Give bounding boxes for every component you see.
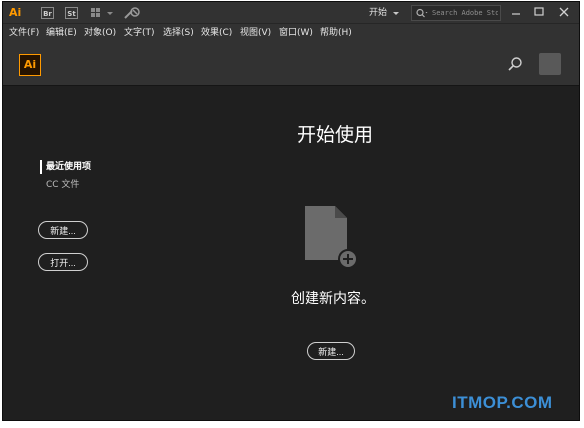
- menu-help[interactable]: 帮助(H): [320, 24, 352, 42]
- search-icon[interactable]: [507, 56, 523, 72]
- start-header: Ai: [3, 42, 579, 86]
- minimize-icon[interactable]: [505, 3, 527, 21]
- app-window: Ai Br St 开始 Search Adobe Stock 文件(F) 编辑(…: [2, 1, 580, 421]
- maximize-icon[interactable]: [528, 3, 550, 21]
- close-icon[interactable]: [553, 3, 575, 21]
- page-title: 开始使用: [296, 124, 373, 146]
- avatar[interactable]: [539, 53, 561, 75]
- bridge-button[interactable]: Br: [41, 7, 54, 19]
- chevron-down-icon[interactable]: [393, 12, 399, 15]
- menu-edit[interactable]: 编辑(E): [46, 24, 77, 42]
- stock-button[interactable]: St: [65, 7, 78, 19]
- menu-effect[interactable]: 效果(C): [201, 24, 232, 42]
- menu-object[interactable]: 对象(O): [84, 24, 116, 42]
- menu-bar: 文件(F) 编辑(E) 对象(O) 文字(T) 选择(S) 效果(C) 视图(V…: [3, 24, 579, 42]
- new-button-main[interactable]: 新建...: [307, 342, 355, 360]
- create-new-text: 创建新内容。: [291, 291, 375, 307]
- ai-logo: Ai: [19, 54, 41, 76]
- title-bar: Ai Br St 开始: [3, 2, 579, 24]
- sidebar-item-cc-files[interactable]: CC 文件: [46, 178, 79, 192]
- stock-search-field[interactable]: [411, 5, 501, 21]
- open-button[interactable]: 打开...: [38, 253, 88, 271]
- search-icon: [416, 8, 428, 18]
- watermark: ITMOP.COM: [452, 393, 553, 412]
- menu-type[interactable]: 文字(T): [124, 24, 155, 42]
- menu-select[interactable]: 选择(S): [163, 24, 194, 42]
- menu-view[interactable]: 视图(V): [240, 24, 271, 42]
- new-button[interactable]: 新建...: [38, 221, 88, 239]
- menu-file[interactable]: 文件(F): [9, 24, 39, 42]
- gpu-performance-icon[interactable]: [123, 6, 141, 20]
- stock-search-input[interactable]: [432, 7, 498, 19]
- chevron-down-icon[interactable]: [107, 12, 113, 15]
- menu-window[interactable]: 窗口(W): [279, 24, 313, 42]
- arrange-documents-icon[interactable]: [91, 8, 105, 18]
- new-document-icon: [305, 206, 358, 269]
- sidebar-item-recent[interactable]: 最近使用项: [40, 160, 91, 174]
- workspace-switcher[interactable]: 开始: [369, 6, 387, 20]
- app-logo-icon: Ai: [9, 6, 22, 19]
